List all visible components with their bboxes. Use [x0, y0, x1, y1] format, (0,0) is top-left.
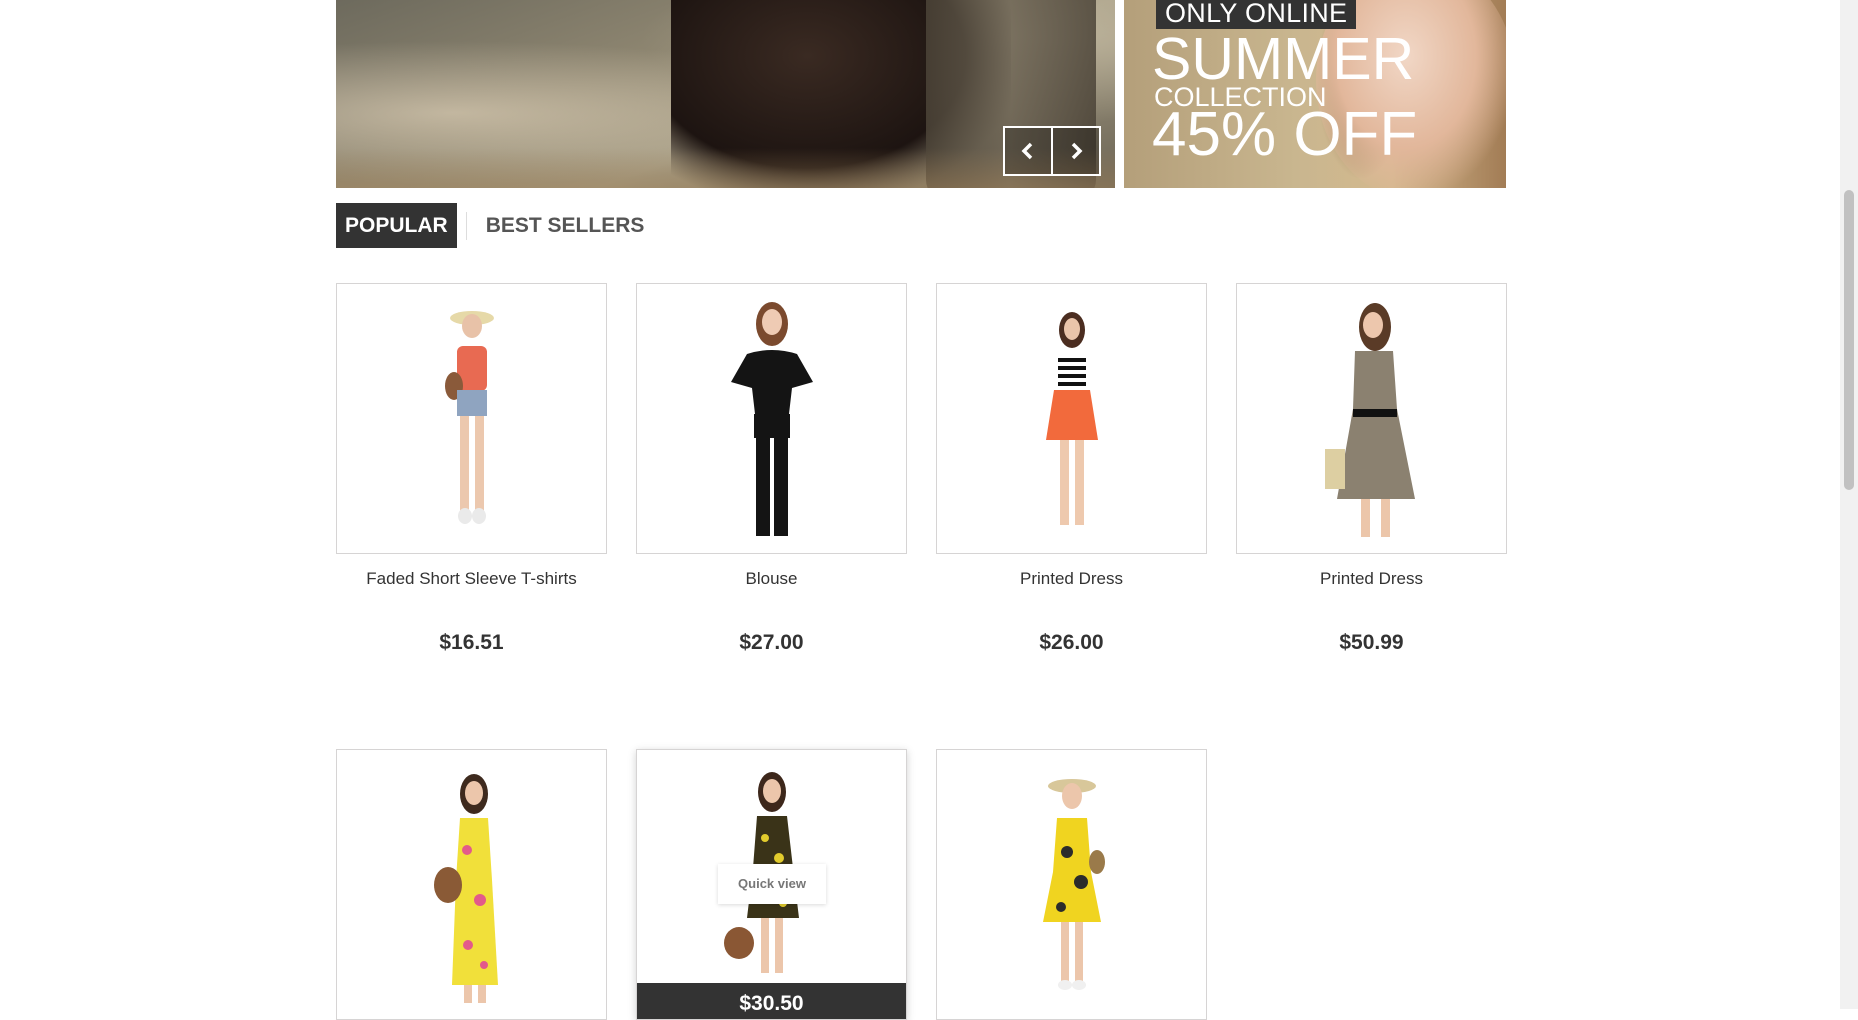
product-tabs: POPULAR BEST SELLERS: [336, 203, 653, 248]
promo-headline: SUMMER: [1152, 26, 1415, 92]
product-name[interactable]: Printed Dress: [1236, 569, 1507, 589]
product-price: $27.00: [739, 631, 804, 654]
scrollbar-thumb[interactable]: [1844, 190, 1854, 490]
page-scrollbar[interactable]: [1840, 0, 1858, 1009]
product-image[interactable]: [636, 283, 907, 554]
product-image[interactable]: Quick view $30.50: [636, 749, 907, 1020]
tab-divider: [465, 211, 467, 240]
slider-ground: [336, 148, 1115, 188]
summer-promo-banner[interactable]: ONLY ONLINE SUMMER COLLECTION 45% OFF: [1124, 0, 1506, 188]
slider-prev-button[interactable]: [1003, 126, 1053, 176]
quick-view-button[interactable]: Quick view: [718, 864, 826, 904]
product-card[interactable]: [936, 749, 1207, 1020]
product-price: $50.99: [1339, 631, 1404, 654]
promo-badge: ONLY ONLINE: [1156, 0, 1357, 29]
product-name[interactable]: Faded Short Sleeve T-shirts: [336, 569, 607, 589]
product-card[interactable]: Printed Dress $26.00: [936, 283, 1207, 655]
product-card[interactable]: Printed Dress $50.99: [1236, 283, 1507, 655]
product-price: $16.51: [439, 631, 504, 654]
product-name[interactable]: Printed Dress: [936, 569, 1207, 589]
product-card[interactable]: Quick view $30.50: [636, 749, 907, 1020]
product-price: $30.50: [637, 983, 906, 1019]
product-card[interactable]: Blouse $27.00: [636, 283, 907, 655]
slider-next-button[interactable]: [1051, 126, 1101, 176]
product-image[interactable]: [936, 749, 1207, 1020]
tab-best-sellers[interactable]: BEST SELLERS: [477, 203, 654, 248]
product-price: $26.00: [1039, 631, 1104, 654]
promo-discount: 45% OFF: [1152, 100, 1418, 169]
tab-popular[interactable]: POPULAR: [336, 203, 457, 248]
product-name[interactable]: Blouse: [636, 569, 907, 589]
homepage-slider[interactable]: [336, 0, 1115, 188]
product-image[interactable]: [1236, 283, 1507, 554]
product-image[interactable]: [936, 283, 1207, 554]
product-image[interactable]: [336, 283, 607, 554]
chevron-right-icon: [1071, 142, 1083, 160]
product-image[interactable]: [336, 749, 607, 1020]
chevron-left-icon: [1021, 142, 1033, 160]
product-card[interactable]: [336, 749, 607, 1020]
product-card[interactable]: Faded Short Sleeve T-shirts $16.51: [336, 283, 607, 655]
